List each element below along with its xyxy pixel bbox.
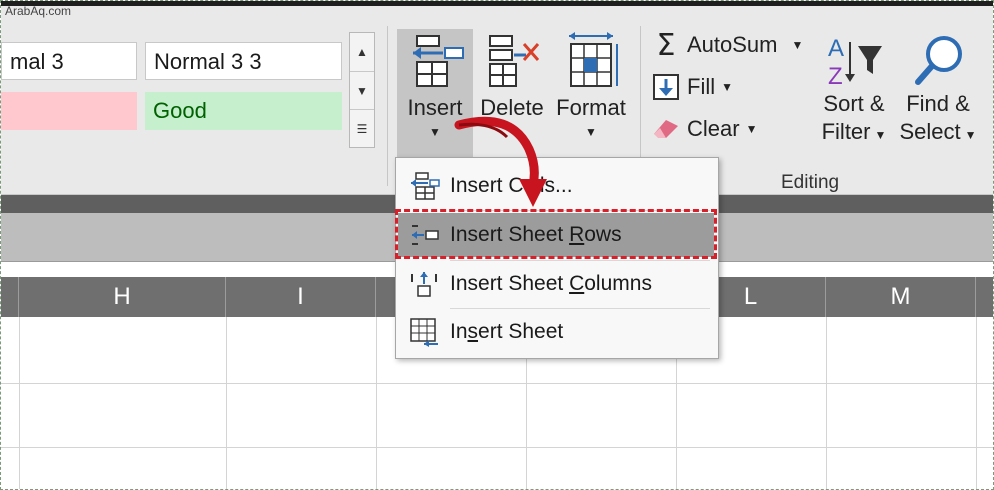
- sort-label-2: Filter: [821, 119, 871, 144]
- svg-text:Z: Z: [828, 63, 843, 90]
- find-label-2-wrap: Select ▼: [897, 118, 979, 149]
- chevron-up-icon: ▲: [356, 45, 368, 59]
- screenshot-frame: ArabAq.com mal 3 Normal 3 3 Good ▲ ▼ ☰ I…: [0, 0, 994, 490]
- fill-down-icon: [651, 74, 681, 100]
- menu-item-insert-sheet[interactable]: Insert Sheet: [398, 310, 714, 354]
- gallery-down-button[interactable]: ▼: [350, 71, 374, 110]
- svg-text:A: A: [828, 35, 844, 62]
- menu-item-label: Insert Sheet: [450, 320, 563, 344]
- insert-columns-svg: [411, 272, 437, 297]
- sort-label-1: Sort &: [823, 91, 885, 116]
- delete-cells-icon: [489, 35, 540, 87]
- chevron-down-icon: ▼: [791, 38, 804, 52]
- format-cells-icon: [569, 32, 618, 87]
- fill-button[interactable]: Fill ▼: [651, 70, 733, 104]
- chevron-down-icon: ▼: [745, 122, 758, 136]
- insert-cells-icon: [404, 171, 444, 201]
- label-post: ows: [584, 223, 622, 246]
- fill-down-svg: [653, 74, 679, 100]
- label-pre: Insert Sheet: [450, 223, 570, 246]
- insert-sheet-icon: [404, 317, 444, 347]
- styles-gallery-scroller: ▲ ▼ ☰: [349, 32, 375, 148]
- autosum-label: AutoSum: [687, 32, 778, 57]
- menu-item-label: Insert Sheet Rows: [450, 223, 622, 247]
- label-post: olumns: [584, 272, 652, 295]
- menu-item-label: Insert Sheet Columns: [450, 272, 652, 296]
- sigma-icon: Σ: [656, 27, 676, 63]
- style-bad[interactable]: [1, 92, 137, 130]
- style-good[interactable]: Good: [145, 92, 342, 130]
- grid-line: [376, 317, 377, 489]
- sort-filter-icon: A Z: [828, 35, 882, 90]
- chevron-down-icon: ▼: [874, 128, 887, 142]
- label-pre: In: [450, 320, 468, 343]
- eraser-svg: [654, 120, 678, 138]
- chevron-down-icon: ▼: [964, 128, 977, 142]
- menu-item-insert-sheet-columns[interactable]: Insert Sheet Columns: [398, 262, 714, 306]
- grid-line: [1, 447, 993, 448]
- annotation-arrow-icon: [454, 116, 547, 207]
- grid-line: [19, 317, 20, 489]
- grid-line: [226, 317, 227, 489]
- menu-separator: [450, 308, 710, 309]
- chevron-down-icon: ▼: [721, 80, 733, 94]
- column-header-i[interactable]: I: [226, 277, 376, 317]
- column-header-h[interactable]: H: [19, 277, 226, 317]
- insert-sheet-svg: [410, 318, 438, 347]
- gallery-up-button[interactable]: ▲: [350, 33, 374, 71]
- label-post: ert Sheet: [478, 320, 564, 343]
- insert-cells-icon: [413, 35, 464, 87]
- label-accelerator: R: [569, 223, 585, 246]
- gallery-more-button[interactable]: ☰: [350, 109, 374, 148]
- sort-label-2-wrap: Filter ▼: [813, 118, 895, 149]
- magnifier-icon: [915, 36, 962, 85]
- eraser-icon: [651, 118, 681, 140]
- find-label-1: Find &: [906, 91, 970, 116]
- label-pre: Insert Sheet: [450, 272, 570, 295]
- editing-group-label: Editing: [781, 172, 840, 193]
- watermark: ArabAq.com: [5, 4, 72, 18]
- insert-rows-svg: [412, 225, 439, 245]
- delete-button[interactable]: Delete: [477, 30, 547, 122]
- insert-columns-icon: [404, 270, 444, 298]
- menu-separator: [450, 260, 710, 261]
- style-normal-3-3[interactable]: Normal 3 3: [145, 42, 342, 80]
- clear-button[interactable]: Clear ▼: [651, 112, 757, 146]
- column-header-partial[interactable]: [1, 277, 19, 317]
- style-normal-3[interactable]: mal 3: [1, 42, 137, 80]
- sort-filter-button[interactable]: A Z Sort & Filter ▼: [813, 32, 895, 149]
- find-select-button[interactable]: Find & Select ▼: [897, 32, 979, 149]
- more-icon: ☰: [356, 122, 368, 136]
- label-accelerator: C: [569, 272, 585, 295]
- clear-label: Clear: [687, 116, 740, 141]
- label-accelerator: s: [467, 320, 479, 343]
- find-label-2: Select: [899, 119, 961, 144]
- grid-line: [1, 383, 993, 384]
- insert-cells-svg: [411, 172, 440, 200]
- chevron-down-icon: ▼: [356, 84, 368, 98]
- fill-label: Fill: [687, 74, 716, 99]
- insert-rows-icon: [404, 222, 444, 248]
- grid-line: [826, 317, 827, 489]
- autosum-button[interactable]: Σ AutoSum ▼: [651, 27, 804, 63]
- column-header-m[interactable]: M: [826, 277, 976, 317]
- separator: [387, 26, 388, 186]
- grid-line: [976, 317, 977, 489]
